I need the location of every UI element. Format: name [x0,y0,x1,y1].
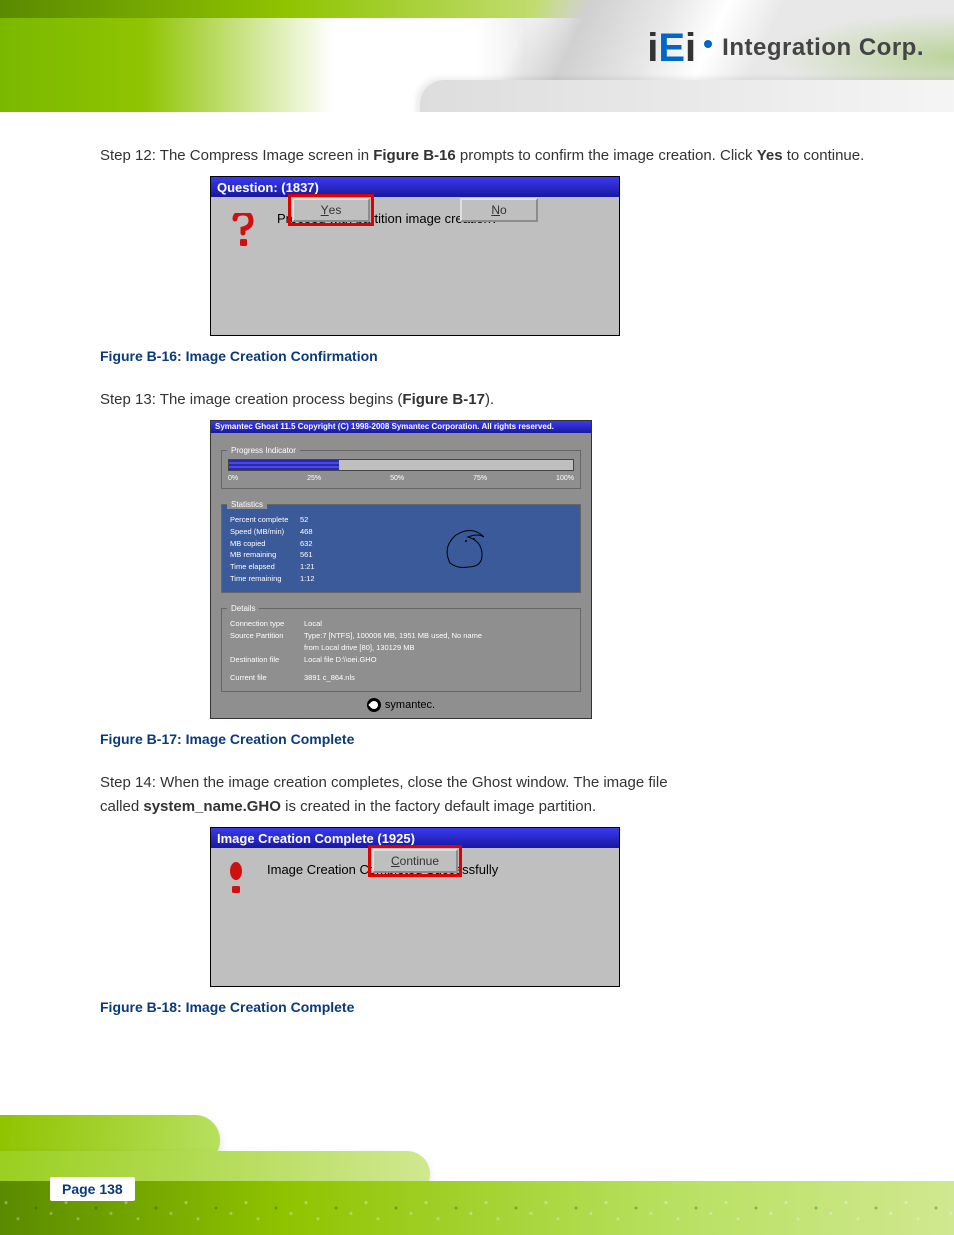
footer-banner: Page 138 [0,1115,954,1235]
dialog-titlebar: Question: (1837) [211,177,619,197]
progress-fill [229,460,339,470]
yes-button[interactable]: Yes [292,198,370,222]
logo-dot-icon [704,40,712,48]
ghost-logo-area [356,513,574,586]
step-13-body: The image creation process begins ( [160,391,403,408]
detail-row: Source PartitionType:7 [NTFS], 100006 MB… [230,631,482,641]
tick-100: 100% [556,475,574,482]
ghost-icon [438,527,492,571]
figure-b18-dialog: Image Creation Complete (1925) Image Cre… [210,827,620,987]
detail-row: Current file3891 c_864.nls [230,667,482,683]
details-label: Details [227,604,259,613]
stat-row: Percent complete52 [230,515,334,525]
document-body: Step 12: The Compress Image screen in Fi… [100,130,894,1039]
step-13-prefix: Step 13: [100,391,156,408]
dialog1-title: Question: (1837) [217,180,319,195]
step-14-tail: is created in the factory default image … [281,798,596,815]
tick-0: 0% [228,475,238,482]
step-14-filename: system_name.GHO [143,798,281,815]
figure-b17-ghost: Symantec Ghost 11.5 Copyright (C) 1998-2… [210,420,592,719]
continue-rest: ontinue [400,854,439,868]
stat-row: MB copied632 [230,539,334,549]
step-12-part-2: prompts to confirm the image creation. C… [456,147,757,164]
page-number: Page 138 [50,1177,135,1201]
no-button-rest: o [500,203,507,217]
dialog3-titlebar: Image Creation Complete (1925) [211,828,619,848]
dialog3-title: Image Creation Complete (1925) [217,831,415,846]
progress-label: Progress Indicator [227,446,300,455]
detail-row: Connection typeLocal [230,619,482,629]
step-12-text: Step 12: The Compress Image screen in Fi… [100,144,894,168]
yes-button-rest: es [329,203,342,217]
progress-bar [228,459,574,471]
step-14-part-1: When the image creation completes, close… [160,774,668,791]
stat-row: Time remaining1:12 [230,574,334,584]
stat-row: Time elapsed1:21 [230,562,334,572]
step-12-tail: to continue. [783,147,865,164]
step-12-yes: Yes [757,147,783,164]
stats-box: Percent complete52 Speed (MB/min)468 MB … [221,504,581,593]
detail-row: from Local drive [80], 130129 MB [230,643,482,653]
ghost-body: Progress Indicator 0% 25% 50% 75% 100% S… [211,433,591,718]
figure-b16-dialog: Question: (1837) Proceed with partition … [210,176,620,336]
step-14-mid: called [100,798,143,815]
step-13-figure-ref: Figure B-17 [402,391,485,408]
details-table: Connection typeLocal Source PartitionTyp… [228,617,484,686]
figure-b17-caption: Figure B-17: Image Creation Complete [100,731,894,747]
stats-label: Statistics [227,500,267,509]
step-12-prefix: Step 12: [100,147,156,164]
stat-row: MB remaining561 [230,550,334,560]
detail-row: Destination fileLocal file D:\\oei.GHO [230,655,482,665]
symantec-text: symantec. [385,699,435,711]
stat-row: Speed (MB/min)468 [230,527,334,537]
dialog1-content: Proceed with partition image creation? Y… [211,197,619,236]
step-14-text: Step 14: When the image creation complet… [100,771,894,819]
step-12-part-1: The Compress Image screen in [160,147,373,164]
step-14-prefix: Step 14: [100,774,156,791]
dialog1-buttons: Yes No [211,198,619,222]
header-banner: iEi Integration Corp. [0,0,954,112]
symantec-brand: symantec. [221,698,581,712]
tick-50: 50% [390,475,404,482]
dialog3-buttons: Continue [211,849,619,873]
logo-iei: iEi [647,28,696,68]
step-13-tail: ). [485,391,494,408]
details-box: Connection typeLocal Source PartitionTyp… [221,608,581,693]
logo-corp-text: Integration Corp. [722,34,924,62]
progress-ticks: 0% 25% 50% 75% 100% [228,475,574,482]
footer-dots [0,1181,954,1235]
symantec-icon [367,698,381,712]
tick-75: 75% [473,475,487,482]
step-12-figure-ref: Figure B-16 [373,147,456,164]
step-13-text: Step 13: The image creation process begi… [100,388,894,412]
no-button[interactable]: No [460,198,538,222]
continue-button[interactable]: Continue [372,849,458,873]
dialog3-content: Image Creation Completed Successfully Co… [211,848,619,887]
figure-b18-caption: Figure B-18: Image Creation Complete [100,999,894,1015]
tick-25: 25% [307,475,321,482]
ghost-titlebar: Symantec Ghost 11.5 Copyright (C) 1998-2… [211,421,591,433]
header-curve [420,80,954,112]
figure-b16-caption: Figure B-16: Image Creation Confirmation [100,348,894,364]
stats-table: Percent complete52 Speed (MB/min)468 MB … [228,513,336,586]
progress-box: 0% 25% 50% 75% 100% [221,450,581,489]
